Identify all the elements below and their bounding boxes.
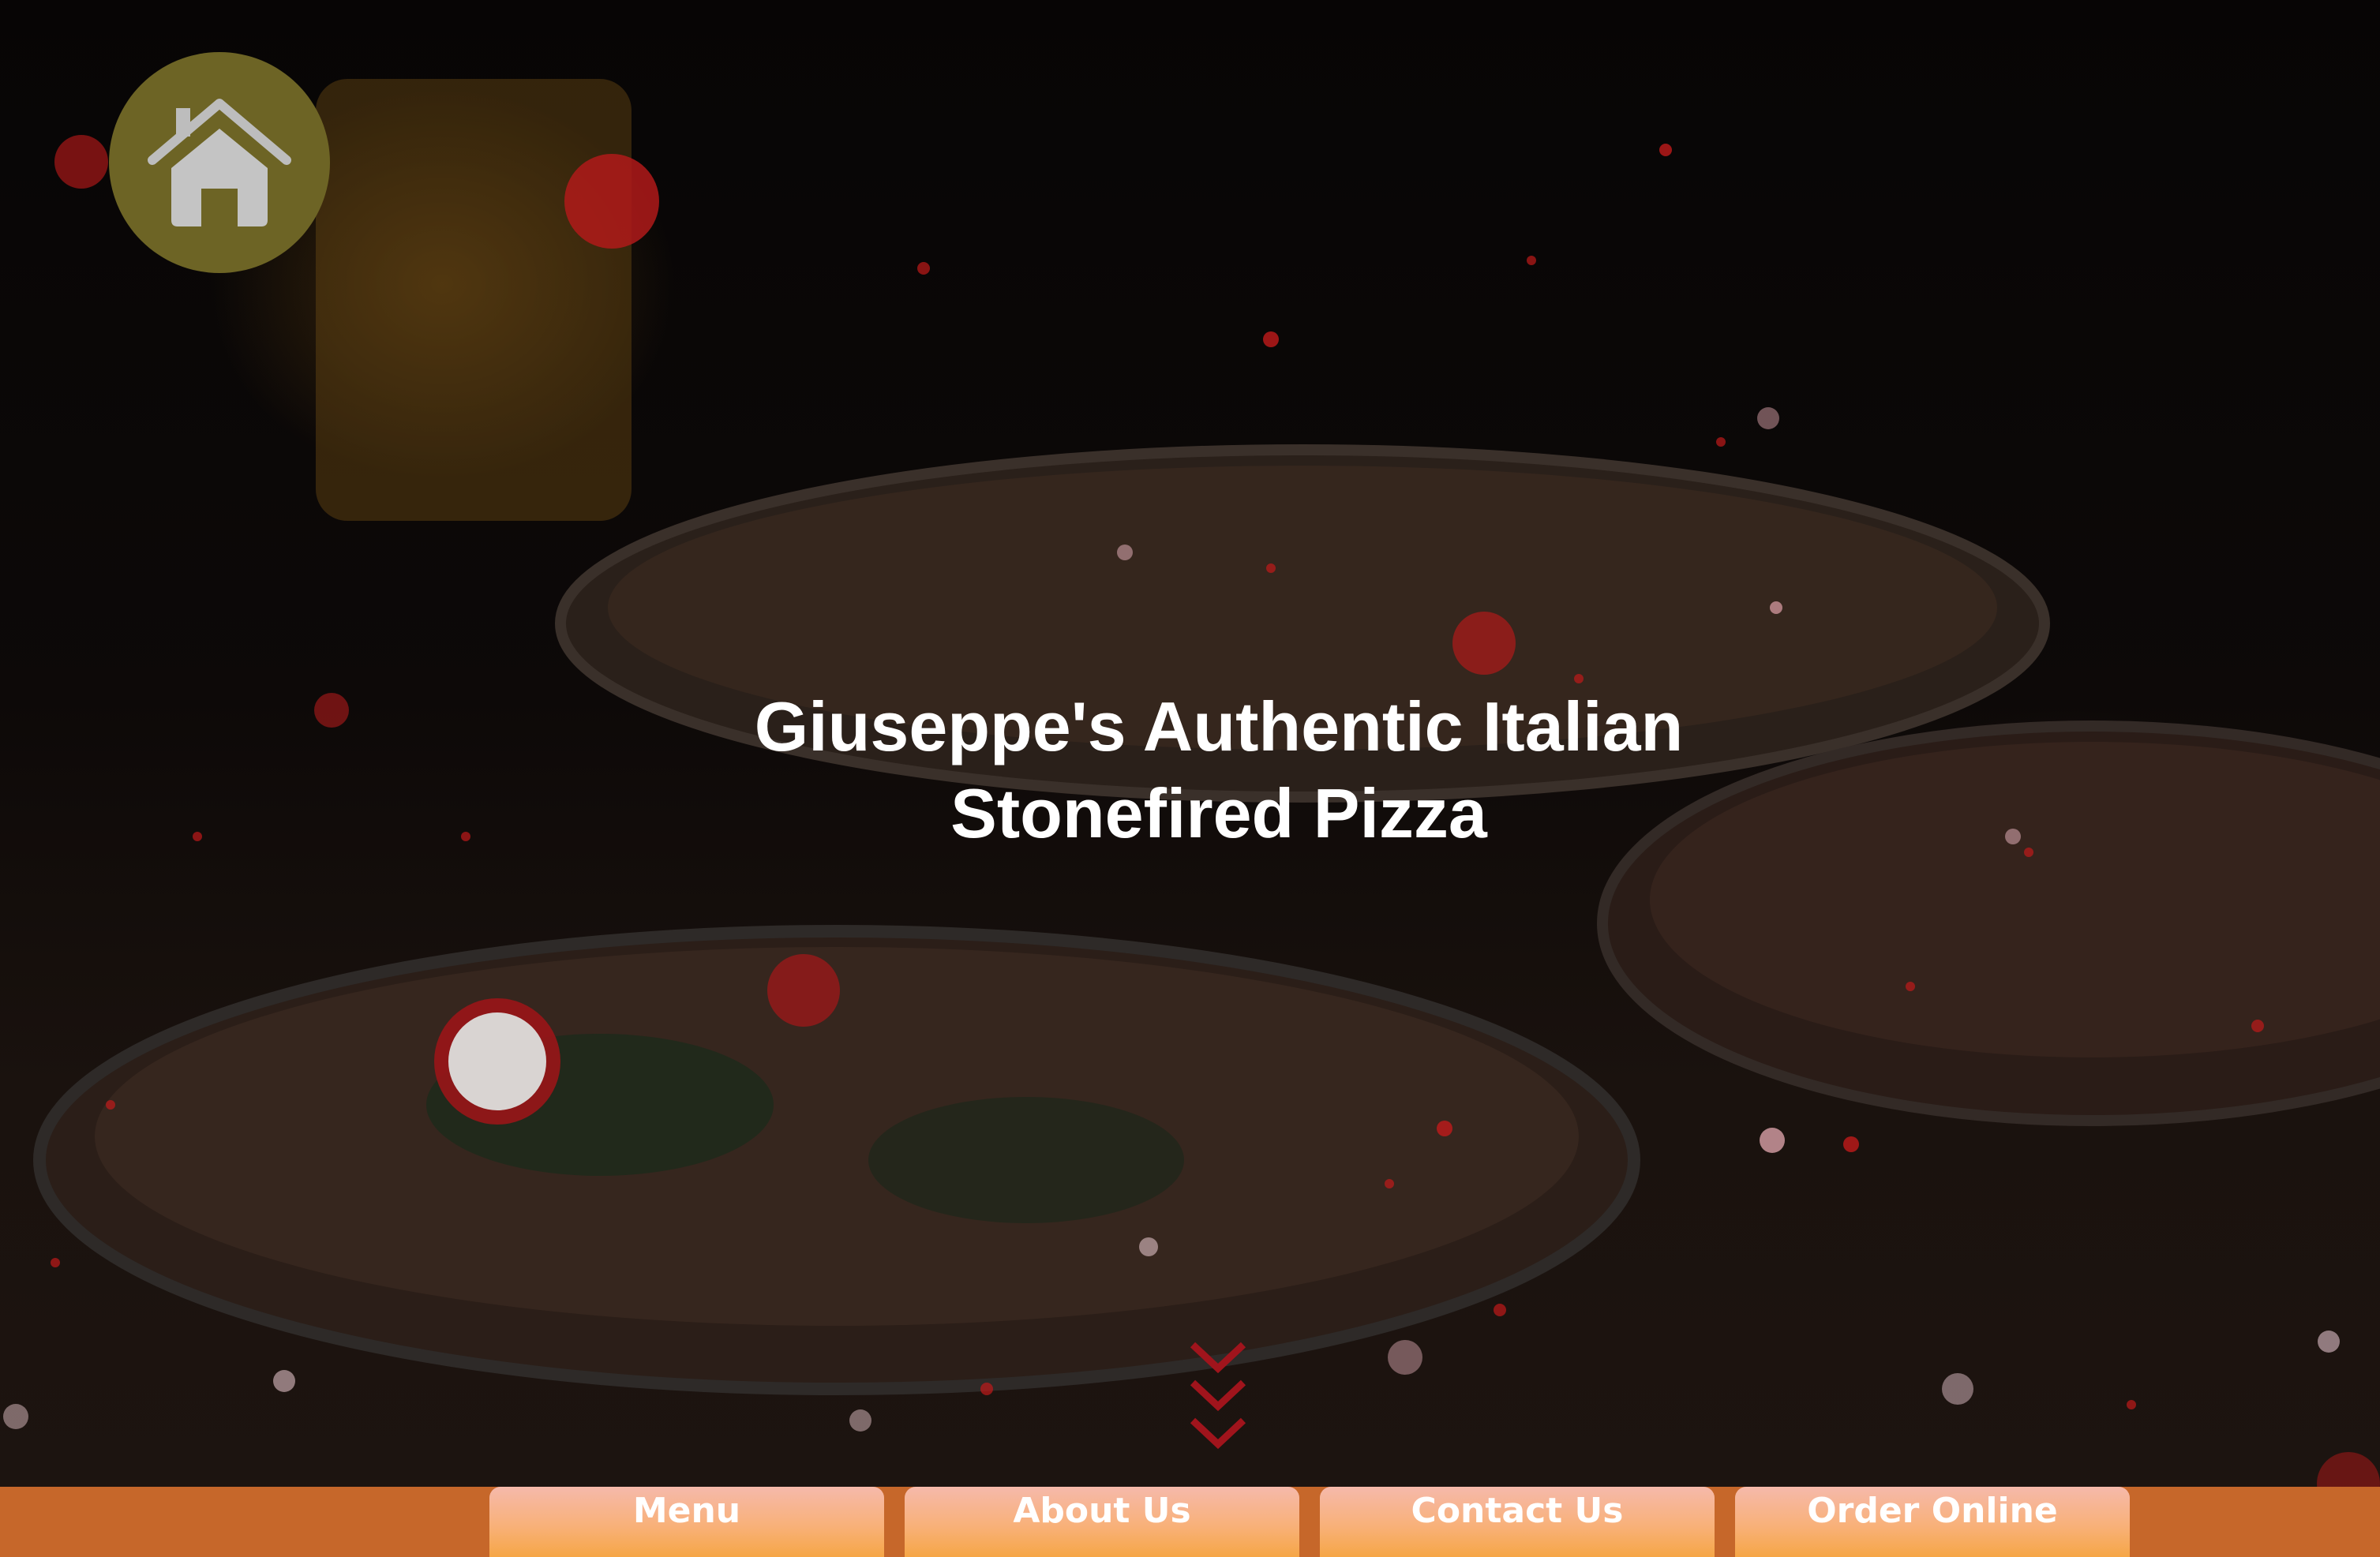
page-background: Giuseppe's Authentic Italian Stonefired … <box>0 0 2380 1557</box>
nav-order-online-button[interactable]: Order Online <box>1735 1487 2130 1557</box>
home-icon <box>148 99 291 226</box>
nav-contact-button[interactable]: Contact Us <box>1320 1487 1715 1557</box>
chevrons-down-icon[interactable] <box>1190 1340 1246 1458</box>
hero-title-line2: Stonefired Pizza <box>950 774 1487 852</box>
nav-menu-button[interactable]: Menu <box>489 1487 884 1557</box>
nav-about-button[interactable]: About Us <box>905 1487 1299 1557</box>
hero-title: Giuseppe's Authentic Italian Stonefired … <box>553 683 1885 857</box>
home-button[interactable] <box>109 52 330 273</box>
hero-title-line1: Giuseppe's Authentic Italian <box>754 687 1684 765</box>
